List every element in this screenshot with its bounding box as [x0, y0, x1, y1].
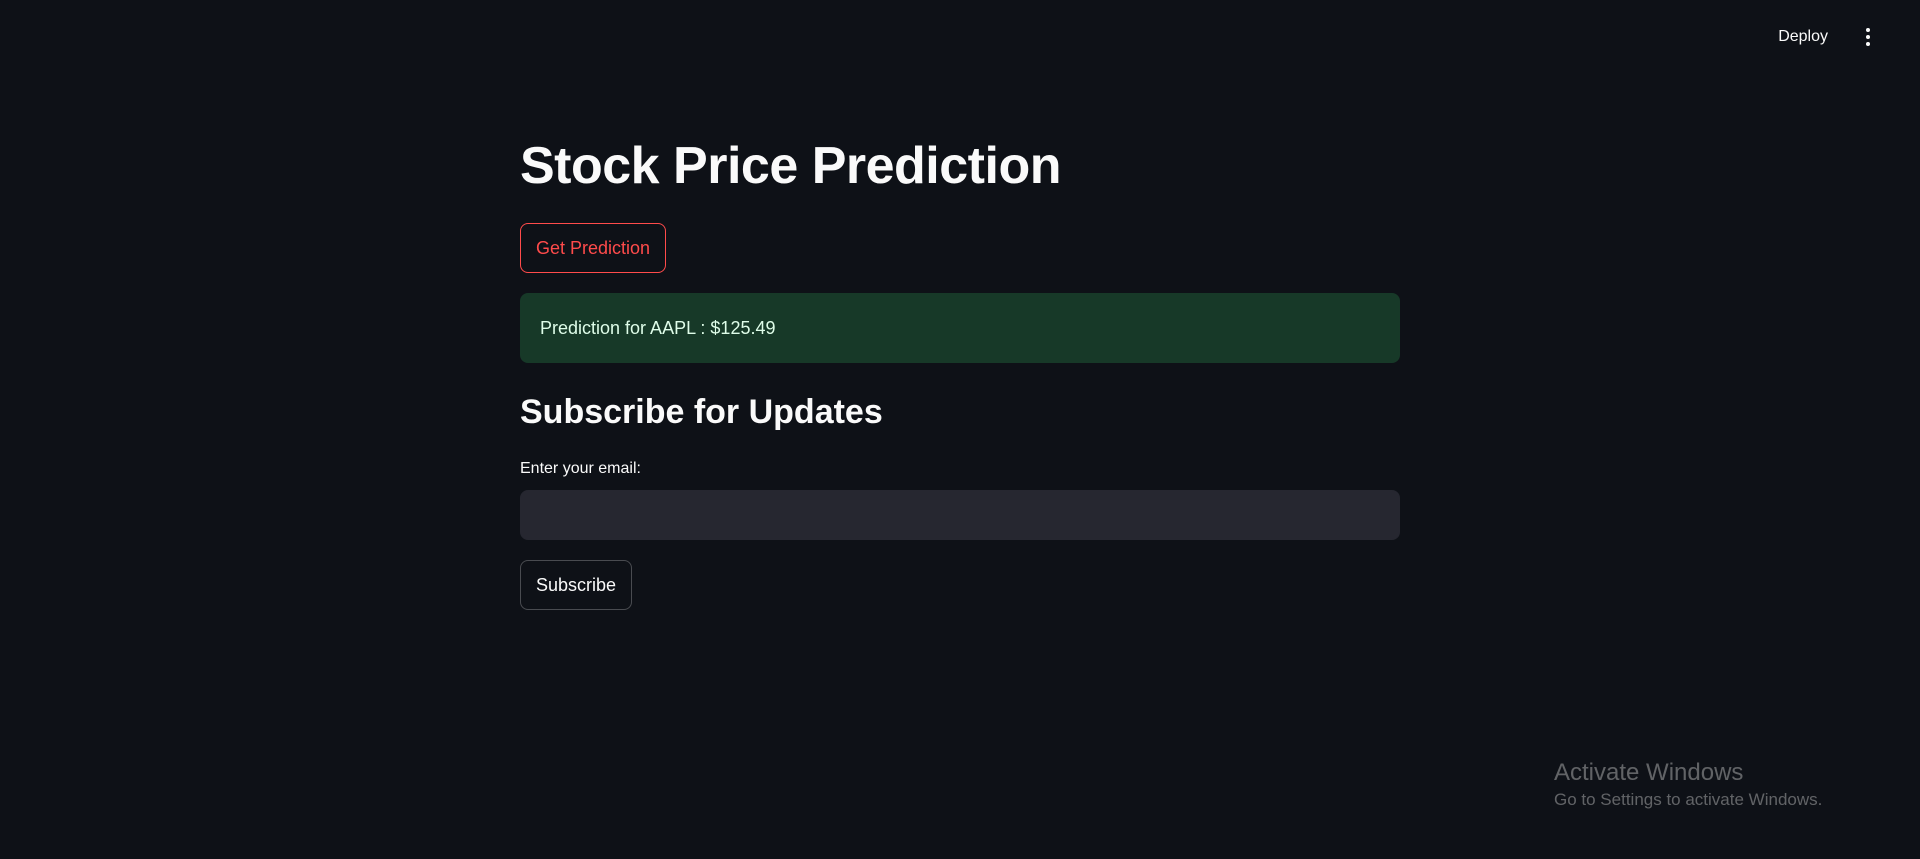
watermark-subtitle: Go to Settings to activate Windows.: [1554, 790, 1823, 809]
kebab-menu-icon: [1866, 28, 1870, 32]
main-menu-button[interactable]: [1856, 22, 1880, 52]
prediction-message: Prediction for AAPL : $125.49: [540, 317, 776, 338]
watermark-title: Activate Windows: [1554, 759, 1744, 786]
top-toolbar: Deploy: [1776, 22, 1880, 52]
subscribe-button[interactable]: Subscribe: [520, 560, 633, 610]
email-label: Enter your email:: [520, 460, 641, 477]
page-title: Stock Price Prediction: [520, 137, 1061, 195]
subscribe-header: Subscribe for Updates: [520, 393, 883, 431]
windows-activation-watermark: Activate Windows Go to Settings to activ…: [1554, 758, 1822, 812]
get-prediction-button[interactable]: Get Prediction: [520, 223, 667, 273]
email-input[interactable]: [520, 490, 1400, 540]
prediction-success-alert: Prediction for AAPL : $125.49: [520, 293, 1400, 363]
deploy-button[interactable]: Deploy: [1776, 24, 1830, 50]
app-page: Deploy Stock Price Prediction Get Predic…: [0, 0, 1920, 859]
